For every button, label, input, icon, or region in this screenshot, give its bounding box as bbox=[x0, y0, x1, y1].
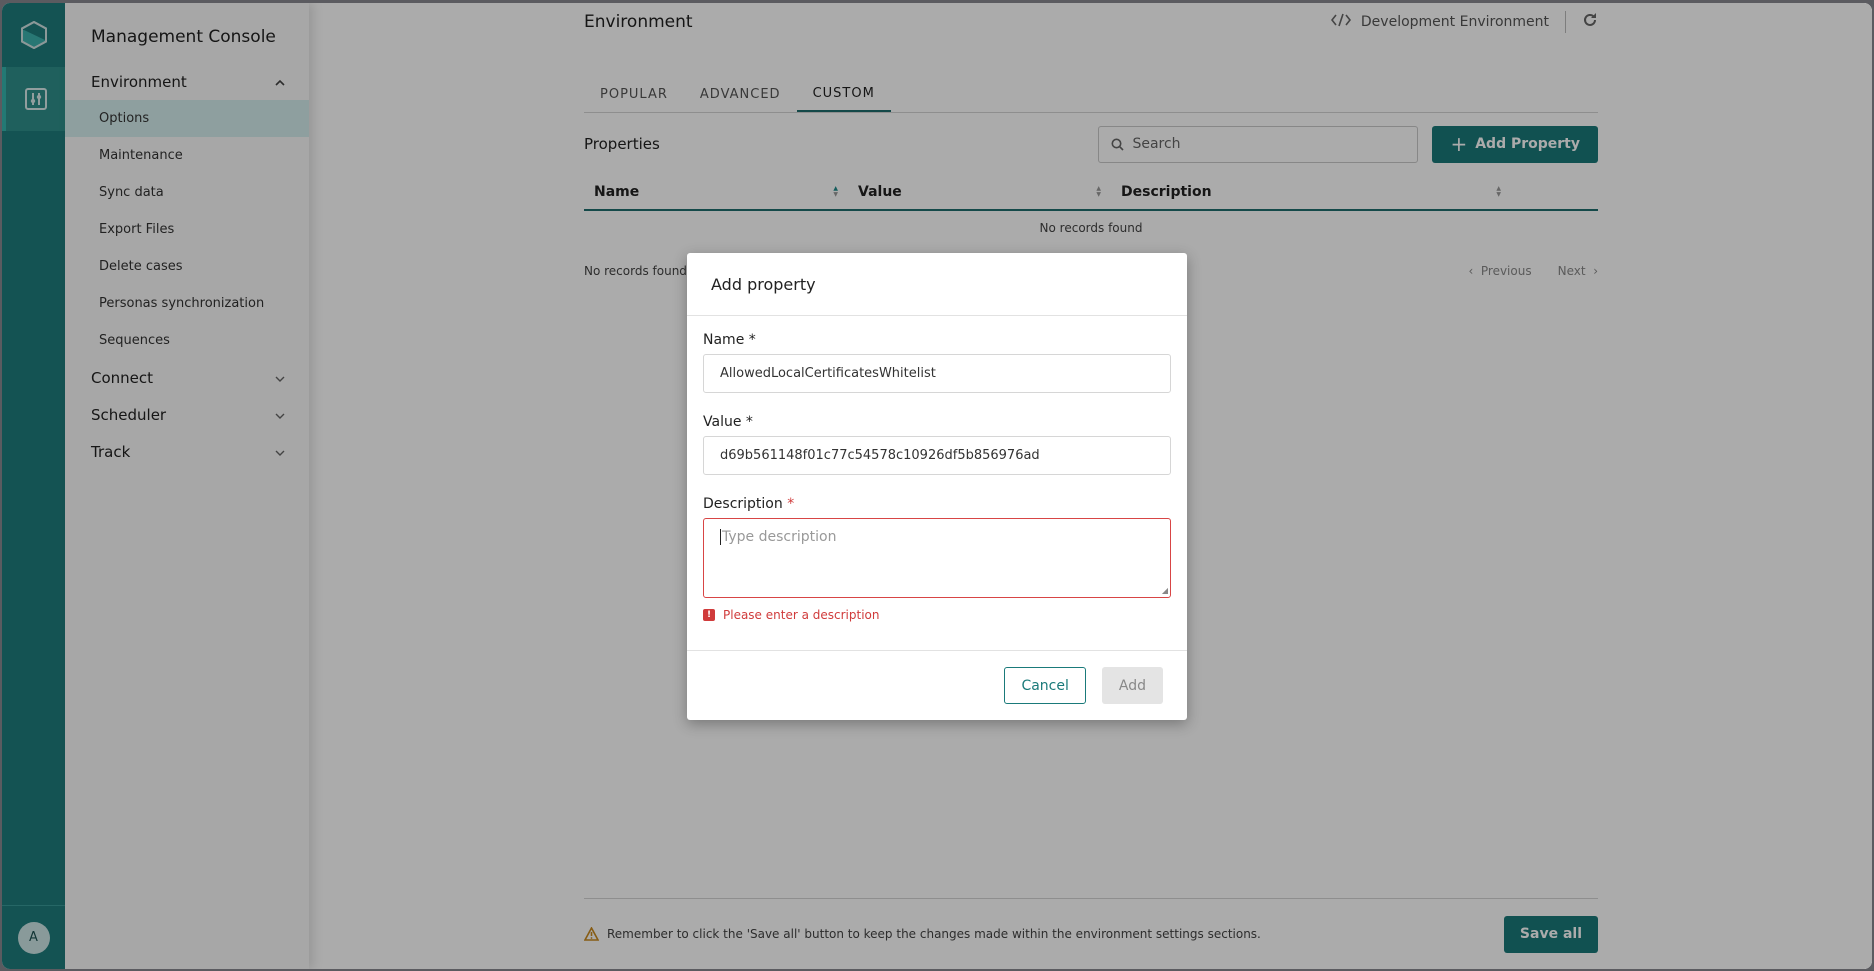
description-field-label: Description * bbox=[703, 496, 1171, 512]
value-field-label: Value * bbox=[703, 414, 753, 430]
dialog-title: Add property bbox=[687, 253, 1187, 316]
dialog-footer: Cancel Add bbox=[687, 650, 1187, 720]
description-field[interactable]: Type description ◢ bbox=[703, 518, 1171, 598]
description-placeholder: Type description bbox=[722, 529, 837, 545]
add-property-dialog: Add property Name * AllowedLocalCertific… bbox=[687, 253, 1187, 720]
description-label-text: Description bbox=[703, 496, 783, 512]
text-caret bbox=[720, 529, 721, 545]
error-text: Please enter a description bbox=[723, 608, 880, 622]
required-mark: * bbox=[787, 496, 795, 512]
resize-handle-icon[interactable]: ◢ bbox=[1162, 586, 1168, 595]
cancel-button[interactable]: Cancel bbox=[1004, 667, 1086, 704]
description-error: ! Please enter a description bbox=[703, 608, 1171, 622]
value-field[interactable]: d69b561148f01c77c54578c10926df5b856976ad bbox=[703, 436, 1171, 475]
name-field[interactable]: AllowedLocalCertificatesWhitelist bbox=[703, 354, 1171, 393]
name-field-label: Name * bbox=[703, 332, 756, 348]
add-button[interactable]: Add bbox=[1101, 667, 1163, 704]
error-icon: ! bbox=[703, 609, 715, 621]
